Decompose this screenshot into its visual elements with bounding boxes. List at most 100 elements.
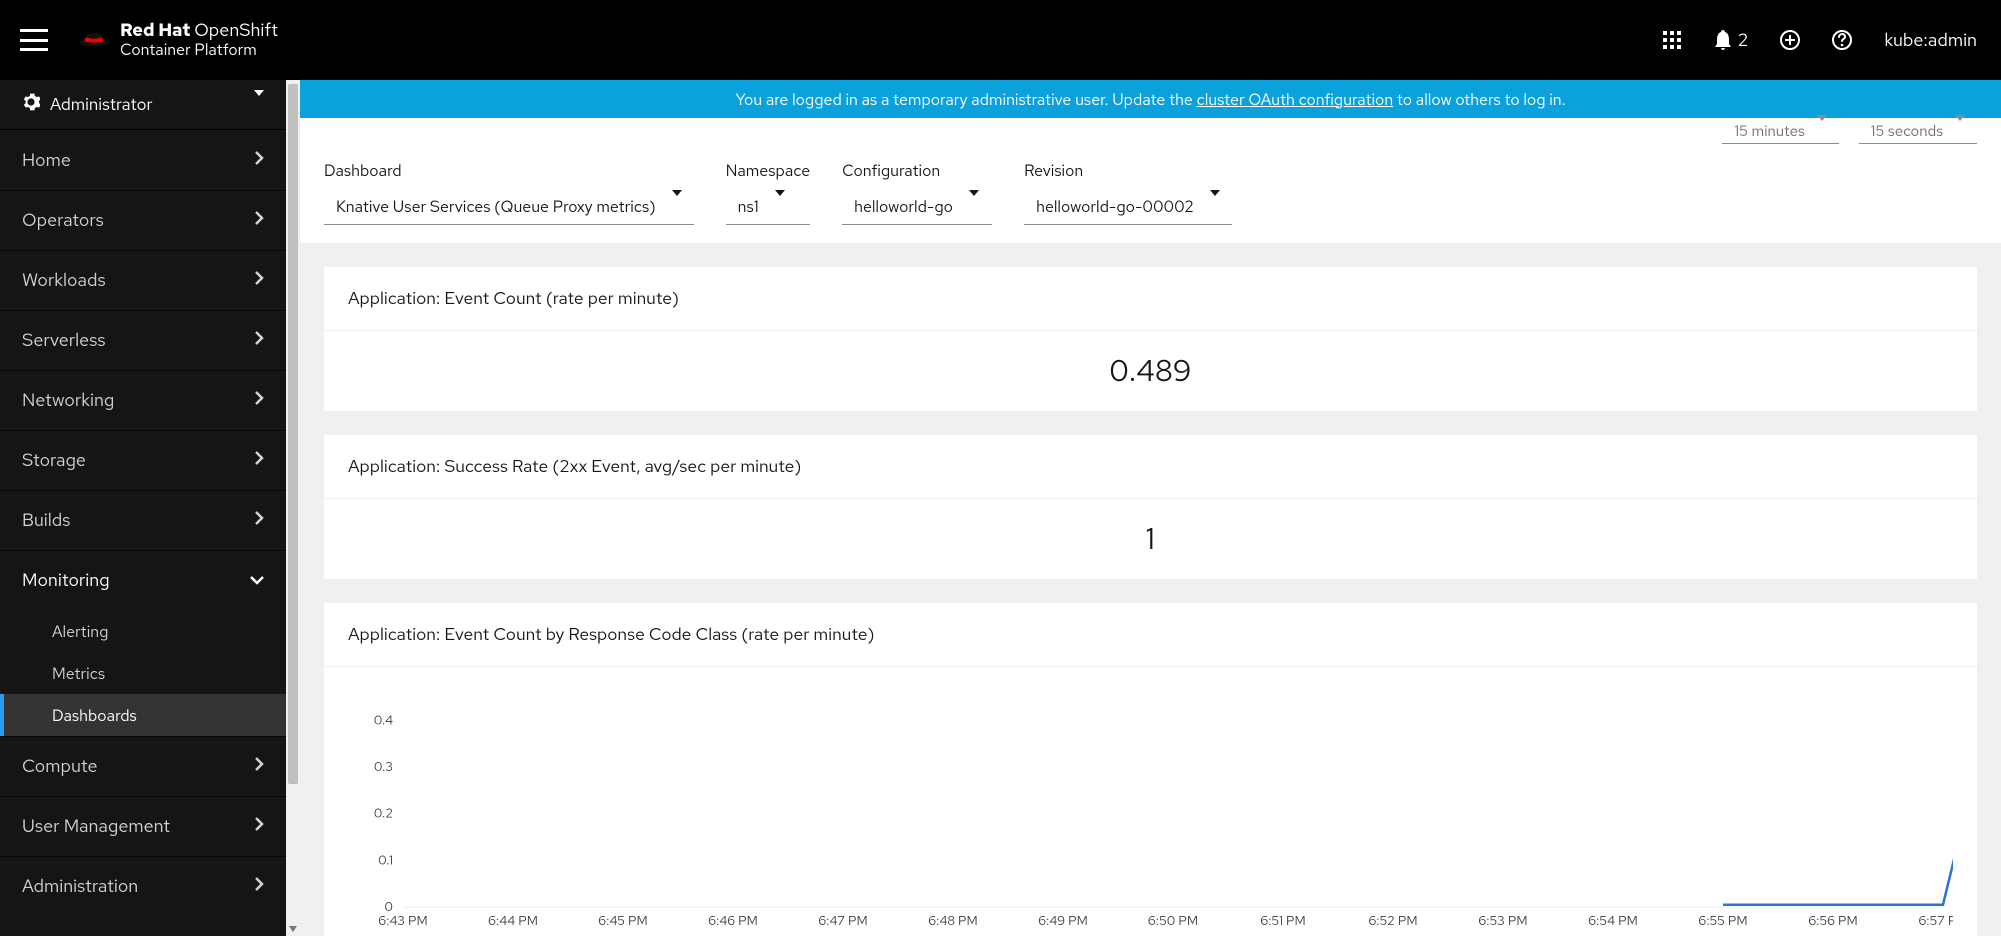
sidebar-item-networking[interactable]: Networking [0,370,286,430]
chevron-right-icon [254,511,264,530]
sidebar-item-label: Builds [22,509,70,532]
dashboard-value: Knative User Services (Queue Proxy metri… [336,196,656,217]
svg-text:6:55 PM: 6:55 PM [1698,912,1747,929]
sidebar-subitem-alerting[interactable]: Alerting [0,610,286,652]
refresh-interval-select[interactable]: 15 seconds [1859,118,1977,144]
cluster-oauth-link[interactable]: cluster OAuth configuration [1197,89,1394,110]
sidebar-subitem-dashboards[interactable]: Dashboards [0,694,286,736]
svg-text:0.4: 0.4 [374,711,393,728]
card-title: Application: Event Count by Response Cod… [324,603,1977,667]
banner-prefix: You are logged in as a temporary adminis… [735,89,1196,110]
user-label: kube:admin [1884,29,1977,52]
svg-text:6:43 PM: 6:43 PM [378,912,427,929]
event-count-value: 0.489 [348,351,1953,391]
revision-value: helloworld-go-00002 [1036,196,1194,217]
chevron-right-icon [254,151,264,170]
svg-text:6:44 PM: 6:44 PM [488,912,538,929]
configuration-value: helloworld-go [854,196,953,217]
chevron-right-icon [254,877,264,896]
sidebar-item-workloads[interactable]: Workloads [0,250,286,310]
svg-text:6:57 PM: 6:57 PM [1918,912,1953,929]
import-button[interactable] [1780,30,1800,50]
card-title: Application: Event Count (rate per minut… [324,267,1977,331]
card-success-rate: Application: Success Rate (2xx Event, av… [324,435,1977,579]
sidebar-item-monitoring[interactable]: Monitoring [0,550,286,610]
svg-text:6:49 PM: 6:49 PM [1038,912,1088,929]
success-rate-value: 1 [348,519,1953,559]
chevron-right-icon [254,757,264,776]
sidebar-item-label: Storage [22,449,86,472]
svg-text:6:51 PM: 6:51 PM [1260,912,1305,929]
sidebar-item-label: Serverless [22,329,106,352]
redhat-icon [78,28,110,52]
sidebar-item-operators[interactable]: Operators [0,190,286,250]
svg-text:6:50 PM: 6:50 PM [1148,912,1198,929]
time-range-select[interactable]: 15 minutes [1722,118,1838,144]
namespace-value: ns1 [738,196,759,217]
filter-label-configuration: Configuration [842,160,992,181]
filter-label-dashboard: Dashboard [324,160,694,181]
user-menu-button[interactable]: kube:admin [1884,29,1977,52]
revision-select[interactable]: helloworld-go-00002 [1024,189,1232,225]
line-chart: 00.10.20.30.46:43 PM6:44 PM6:45 PM6:46 P… [348,677,1953,936]
scrollbar-thumb[interactable] [288,84,298,784]
refresh-interval-value: 15 seconds [1871,121,1943,141]
dashboard-select[interactable]: Knative User Services (Queue Proxy metri… [324,189,694,225]
filter-label-revision: Revision [1024,160,1232,181]
svg-text:6:46 PM: 6:46 PM [708,912,758,929]
sidebar-item-home[interactable]: Home [0,130,286,190]
configuration-select[interactable]: helloworld-go [842,189,992,225]
svg-text:6:56 PM: 6:56 PM [1808,912,1857,929]
main-content: You are logged in as a temporary adminis… [300,80,2001,936]
chevron-right-icon [254,451,264,470]
plus-circle-icon [1780,30,1800,50]
banner-suffix: to allow others to log in. [1393,89,1565,110]
sidebar-item-label: Compute [22,755,98,778]
brand-logo: Red Hat OpenShift Container Platform [78,21,278,59]
svg-text:0.3: 0.3 [374,758,393,775]
chevron-right-icon [254,211,264,230]
sidebar-item-administration[interactable]: Administration [0,856,286,916]
sidebar-scrollbar[interactable] [286,80,300,936]
hamburger-menu-button[interactable] [20,29,48,51]
svg-text:0.2: 0.2 [374,805,393,822]
svg-text:6:47 PM: 6:47 PM [818,912,867,929]
sidebar-item-builds[interactable]: Builds [0,490,286,550]
card-title: Application: Success Rate (2xx Event, av… [324,435,1977,499]
perspective-switcher[interactable]: Administrator [0,80,286,130]
namespace-select[interactable]: ns1 [726,189,810,225]
sidebar-item-label: Administration [22,875,138,898]
chevron-right-icon [254,331,264,350]
time-range-value: 15 minutes [1734,121,1804,141]
svg-text:6:54 PM: 6:54 PM [1588,912,1638,929]
chevron-right-icon [254,817,264,836]
sidebar-item-label: Workloads [22,269,106,292]
grid-icon [1662,30,1682,50]
app-launcher-button[interactable] [1662,30,1682,50]
filter-label-namespace: Namespace [726,160,810,181]
chevron-right-icon [254,271,264,290]
svg-text:6:53 PM: 6:53 PM [1478,912,1527,929]
svg-text:6:48 PM: 6:48 PM [928,912,977,929]
sidebar-item-serverless[interactable]: Serverless [0,310,286,370]
help-button[interactable] [1832,30,1852,50]
chevron-down-icon [250,572,264,590]
sidebar-item-label: User Management [22,815,170,838]
sidebar-item-compute[interactable]: Compute [0,736,286,796]
card-event-count: Application: Event Count (rate per minut… [324,267,1977,411]
brand-line2: Container Platform [120,41,278,59]
svg-text:6:52 PM: 6:52 PM [1368,912,1417,929]
temp-admin-banner: You are logged in as a temporary adminis… [300,80,2001,118]
sidebar-item-label: Monitoring [22,569,110,592]
dashboard-filters: Dashboard Knative User Services (Queue P… [300,148,2001,243]
sidebar-subitem-metrics[interactable]: Metrics [0,652,286,694]
notifications-button[interactable]: 2 [1714,29,1749,52]
sidebar-item-label: Operators [22,209,104,232]
scroll-down-button[interactable] [286,922,300,936]
sidebar-item-storage[interactable]: Storage [0,430,286,490]
svg-text:6:45 PM: 6:45 PM [598,912,647,929]
svg-text:0.1: 0.1 [378,851,393,868]
sidebar-item-user-management[interactable]: User Management [0,796,286,856]
bell-icon [1714,30,1732,50]
chevron-right-icon [254,391,264,410]
